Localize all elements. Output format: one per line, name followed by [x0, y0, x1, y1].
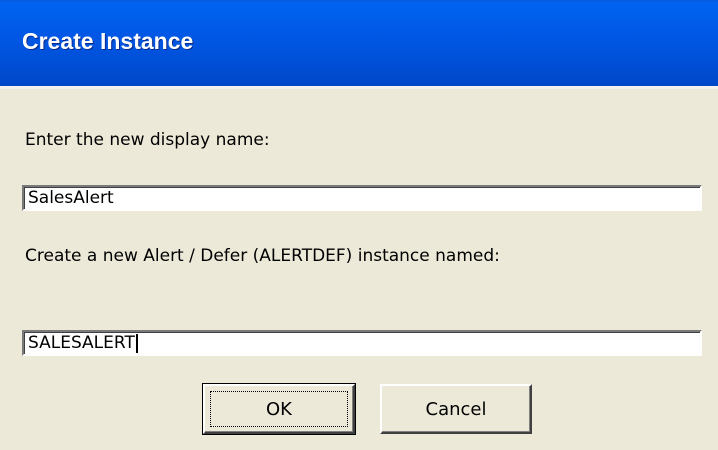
- cancel-button-label: Cancel: [425, 398, 487, 420]
- text-caret: [135, 334, 138, 353]
- cancel-button[interactable]: Cancel: [380, 384, 532, 434]
- instance-name-input[interactable]: SALESALERT: [22, 330, 702, 356]
- title-bar[interactable]: Create Instance: [0, 0, 718, 89]
- ok-button[interactable]: OK: [202, 383, 356, 435]
- focus-rectangle: [210, 391, 348, 427]
- instance-name-value: SALESALERT: [28, 333, 135, 353]
- display-name-label: Enter the new display name:: [25, 130, 270, 150]
- display-name-input[interactable]: SalesAlert: [22, 185, 702, 211]
- instance-name-label: Create a new Alert / Defer (ALERTDEF) in…: [25, 246, 500, 266]
- create-instance-dialog: Create Instance Enter the new display na…: [0, 0, 718, 450]
- display-name-value: SalesAlert: [28, 188, 114, 208]
- dialog-title: Create Instance: [22, 28, 194, 54]
